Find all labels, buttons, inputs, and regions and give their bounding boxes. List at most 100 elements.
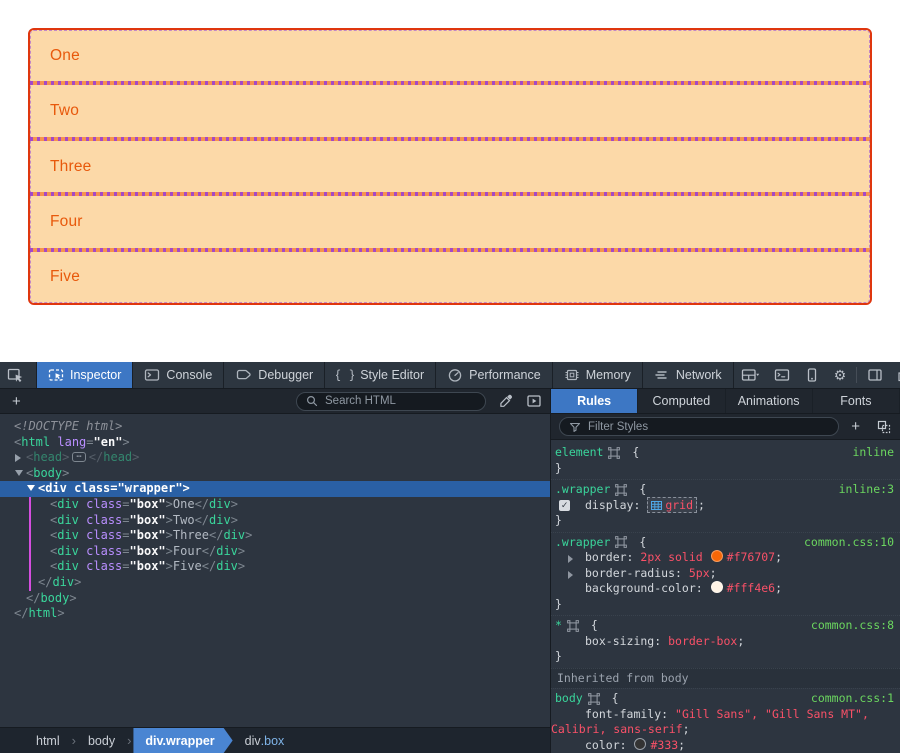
tab-rules[interactable]: Rules — [551, 389, 638, 413]
grid-highlight-toggle[interactable]: grid — [647, 497, 697, 513]
search-html-input[interactable] — [323, 394, 457, 408]
property-value[interactable]: #333 — [650, 738, 678, 752]
search-html-box[interactable] — [296, 392, 486, 411]
tab-network[interactable]: Network — [642, 362, 734, 388]
markup-line[interactable]: <div class="box">Four</div> — [0, 544, 550, 560]
inherited-from-header: Inherited from body — [551, 668, 900, 689]
markup-token: head — [33, 450, 62, 464]
css-declaration[interactable]: border-radius: 5px; — [551, 566, 900, 582]
tab-console[interactable]: Console — [132, 362, 224, 388]
breadcrumb-label: div.wrapper — [145, 734, 214, 748]
markup-line[interactable]: <div class="box">One</div> — [0, 497, 550, 513]
breadcrumb-div-box[interactable]: div.box — [235, 728, 295, 753]
tab-fonts[interactable]: Fonts — [813, 389, 900, 413]
markup-line[interactable]: </div> — [0, 575, 550, 591]
twisty-closed-icon[interactable] — [15, 454, 21, 462]
markup-token: lang — [57, 435, 86, 449]
expand-arrow-icon[interactable] — [568, 571, 573, 579]
breadcrumb-div-wrapper[interactable]: div.wrapper — [133, 728, 232, 753]
css-declaration[interactable]: box-sizing: border-box; — [551, 634, 900, 650]
class-panel-icon[interactable] — [876, 419, 892, 435]
property-name[interactable]: font-family: — [585, 707, 675, 721]
settings-button[interactable]: ⚙ — [827, 362, 854, 388]
rule-selector[interactable]: .wrapper — [555, 482, 610, 498]
toggle-sidebar-button[interactable] — [860, 362, 890, 388]
rules-pane: RulesComputedAnimationsFonts + element {… — [550, 389, 900, 753]
responsive-design-mode-button[interactable] — [797, 362, 827, 388]
rule-source-link[interactable]: common.css:10 — [804, 535, 894, 551]
markup-line[interactable]: <div class="box">Five</div> — [0, 559, 550, 575]
twisty-open-icon[interactable] — [15, 470, 23, 476]
markup-line[interactable]: <head>⋯</head> — [0, 450, 550, 466]
twisty-open-icon[interactable] — [27, 485, 35, 491]
property-value[interactable]: #fff4e6 — [727, 581, 775, 595]
markup-line[interactable]: <div class="box">Three</div> — [0, 528, 550, 544]
filter-styles-box[interactable] — [559, 417, 839, 436]
markup-line[interactable]: <body> — [0, 466, 550, 482]
markup-line[interactable]: </body> — [0, 591, 550, 607]
add-rule-button[interactable]: + — [847, 419, 864, 434]
property-value[interactable]: border-box — [668, 634, 737, 648]
tab-performance[interactable]: Performance — [435, 362, 553, 388]
markup-line[interactable]: <div class="wrapper"> — [0, 481, 550, 497]
color-swatch[interactable] — [634, 738, 646, 750]
tab-animations[interactable]: Animations — [726, 389, 813, 413]
close-brace: } — [551, 513, 900, 529]
breadcrumb-html[interactable]: html — [26, 728, 70, 753]
rule-selector[interactable]: .wrapper — [555, 535, 610, 551]
declaration-checkbox[interactable]: ✓ — [559, 500, 570, 511]
child-guide-line — [29, 528, 31, 544]
property-value[interactable]: 5px — [689, 566, 710, 580]
tab-style-editor[interactable]: { }Style Editor — [324, 362, 436, 388]
rule-selector[interactable]: element — [555, 445, 603, 461]
tab-inspector[interactable]: Inspector — [36, 362, 133, 388]
separate-window-button[interactable] — [890, 362, 900, 388]
tab-label: Memory — [586, 368, 631, 382]
tab-computed[interactable]: Computed — [638, 389, 725, 413]
filter-styles-input[interactable] — [586, 420, 720, 434]
rule-source-link[interactable]: common.css:1 — [811, 691, 894, 707]
color-swatch[interactable] — [711, 550, 723, 562]
rule-source-link[interactable]: common.css:8 — [811, 618, 894, 634]
css-declaration[interactable]: font-family: "Gill Sans", "Gill Sans MT"… — [551, 707, 900, 738]
css-declaration[interactable]: ✓display: grid; — [551, 498, 900, 514]
rule-selector-row: element {inline — [551, 445, 900, 461]
markup-line[interactable]: <!DOCTYPE html> — [0, 419, 550, 435]
property-name[interactable]: display: — [585, 498, 647, 512]
property-value[interactable]: grid — [665, 498, 693, 512]
markup-token: > — [74, 575, 81, 589]
expand-arrow-icon[interactable] — [568, 555, 573, 563]
add-node-button[interactable]: + — [8, 394, 25, 409]
property-name[interactable]: background-color: — [585, 581, 710, 595]
property-name[interactable]: color: — [585, 738, 633, 752]
split-console-button[interactable] — [767, 362, 797, 388]
color-swatch[interactable] — [711, 581, 723, 593]
css-declaration[interactable]: color: #333; — [551, 738, 900, 753]
property-value[interactable]: 2px solid — [640, 550, 709, 564]
property-value[interactable]: #f76707 — [727, 550, 775, 564]
rule-selector[interactable]: * — [555, 618, 562, 634]
tab-label: Network — [676, 368, 722, 382]
rule-source-link[interactable]: inline:3 — [839, 482, 894, 498]
eyedropper-icon[interactable] — [498, 393, 514, 409]
property-name[interactable]: border-radius: — [585, 566, 689, 580]
tab-memory[interactable]: Memory — [552, 362, 643, 388]
css-rule: * {common.css:8box-sizing: border-box;} — [551, 615, 900, 668]
css-rule: .wrapper {inline:3✓display: grid;} — [551, 479, 900, 532]
markup-line[interactable]: <div class="box">Two</div> — [0, 513, 550, 529]
markup-token: "box" — [130, 497, 166, 511]
tab-debugger[interactable]: Debugger — [223, 362, 325, 388]
css-declaration[interactable]: background-color: #fff4e6; — [551, 581, 900, 597]
markup-line[interactable]: <html lang="en"> — [0, 435, 550, 451]
dock-options-button[interactable] — [734, 362, 767, 388]
property-name[interactable]: border: — [585, 550, 640, 564]
pick-element-button[interactable] — [0, 362, 31, 388]
property-name[interactable]: box-sizing: — [585, 634, 668, 648]
paused-debugger-icon[interactable] — [526, 393, 542, 409]
collapsed-content-badge[interactable]: ⋯ — [72, 452, 85, 462]
rule-source-link[interactable]: inline — [852, 445, 894, 461]
rule-selector[interactable]: body — [555, 691, 583, 707]
markup-line[interactable]: </html> — [0, 606, 550, 622]
css-declaration[interactable]: border: 2px solid #f76707; — [551, 550, 900, 566]
breadcrumb-body[interactable]: body — [78, 728, 125, 753]
